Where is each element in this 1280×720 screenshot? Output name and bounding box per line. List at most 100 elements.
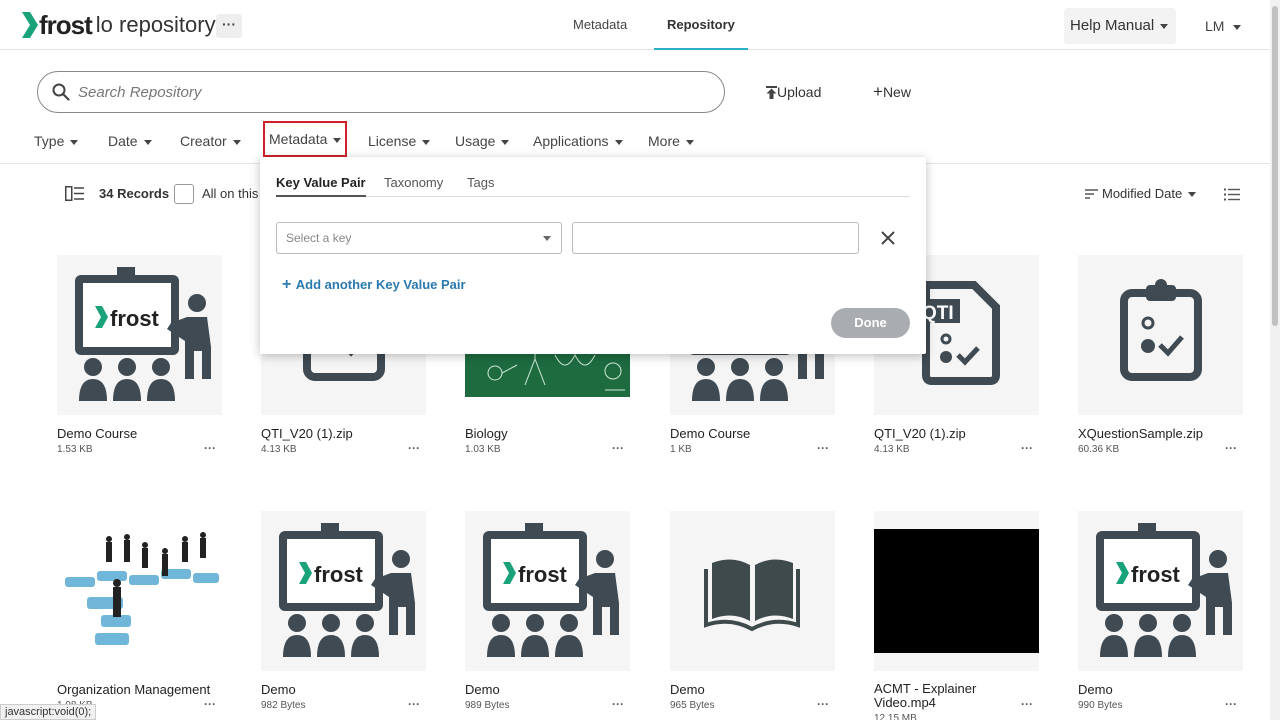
repository-card[interactable]: Demo 965 Bytes ··· [670, 511, 835, 711]
upload-icon [766, 86, 777, 99]
card-more-button[interactable]: ··· [817, 441, 829, 455]
card-size: 60.36 KB [1078, 444, 1120, 455]
nav-tab-repository[interactable]: Repository [654, 0, 748, 50]
upload-button[interactable]: Upload [766, 84, 821, 100]
filter-label: Applications [533, 133, 609, 149]
card-thumbnail[interactable] [57, 511, 222, 671]
select-key-dropdown[interactable]: Select a key [276, 222, 562, 254]
plus-icon: + [873, 82, 883, 101]
tab-key-value-pair[interactable]: Key Value Pair [276, 175, 366, 197]
chevron-down-icon [232, 139, 241, 145]
filter-label: More [648, 133, 680, 149]
repository-card[interactable]: ACMT - Explainer Video.mp4 12.15 MB ··· [874, 511, 1039, 720]
sidebar-toggle-icon[interactable] [65, 186, 84, 201]
repository-card[interactable]: frost Demo 990 Bytes ··· [1078, 511, 1243, 711]
card-title[interactable]: Demo Course [670, 426, 835, 441]
card-more-button[interactable]: ··· [204, 441, 216, 455]
card-more-button[interactable]: ··· [1225, 697, 1237, 711]
card-thumbnail[interactable]: frost [1078, 511, 1243, 671]
card-more-button[interactable]: ··· [408, 441, 420, 455]
filter-label: Creator [180, 133, 227, 149]
card-title[interactable]: Demo Course [57, 426, 222, 441]
card-title[interactable]: Demo [670, 682, 835, 697]
select-all-label: All on this [202, 186, 259, 201]
card-size: 965 Bytes [670, 700, 715, 711]
card-more-button[interactable]: ··· [612, 441, 624, 455]
card-title[interactable]: Demo [465, 682, 630, 697]
card-title[interactable]: XQuestionSample.zip [1078, 426, 1243, 441]
status-bar-url: javascript:void(0); [0, 704, 97, 720]
card-title[interactable]: QTI_V20 (1).zip [874, 426, 1039, 441]
chevron-down-icon [543, 236, 551, 241]
scrollbar-thumb[interactable] [1272, 6, 1278, 326]
svg-text:QTI: QTI [922, 303, 954, 324]
card-more-button[interactable]: ··· [1021, 697, 1033, 711]
filter-license[interactable]: License [368, 128, 431, 154]
card-thumbnail[interactable] [670, 511, 835, 671]
card-thumbnail[interactable] [874, 511, 1039, 671]
value-input[interactable] [572, 222, 859, 254]
repository-card[interactable]: XQuestionSample.zip 60.36 KB ··· [1078, 255, 1243, 455]
card-more-button[interactable]: ··· [1021, 441, 1033, 455]
course-presentation-icon: frost [483, 523, 619, 657]
card-title[interactable]: Demo [1078, 682, 1243, 697]
filter-metadata[interactable]: Metadata [263, 121, 348, 157]
chevron-down-icon [143, 139, 152, 145]
card-title[interactable]: Organization Management [57, 682, 222, 697]
tab-taxonomy[interactable]: Taxonomy [384, 175, 443, 195]
close-icon[interactable] [879, 229, 897, 247]
filter-usage[interactable]: Usage [455, 128, 510, 154]
card-size: 989 Bytes [465, 700, 510, 711]
new-label: New [882, 84, 911, 100]
repository-card[interactable]: frost Demo Course 1.53 KB ··· [57, 255, 222, 455]
nav-tab-metadata[interactable]: Metadata [573, 0, 627, 50]
tab-tags[interactable]: Tags [467, 175, 494, 195]
help-manual-label: Help Manual [1070, 17, 1155, 34]
filter-more[interactable]: More [648, 128, 694, 154]
card-size: 12.15 MB [874, 713, 917, 720]
card-more-button[interactable]: ··· [817, 697, 829, 711]
filter-date[interactable]: Date [108, 128, 152, 154]
user-menu[interactable]: LM [1205, 8, 1242, 44]
card-title[interactable]: ACMT - Explainer Video.mp4 [874, 682, 994, 710]
filter-applications[interactable]: Applications [533, 128, 623, 154]
filter-type[interactable]: Type [34, 128, 79, 154]
card-title[interactable]: Demo [261, 682, 426, 697]
card-more-button[interactable]: ··· [612, 697, 624, 711]
card-more-button[interactable]: ··· [408, 697, 420, 711]
chevron-down-icon [333, 137, 342, 143]
search-box[interactable] [37, 71, 725, 113]
svg-text:frost: frost [1131, 562, 1181, 587]
card-title[interactable]: QTI_V20 (1).zip [261, 426, 426, 441]
frost-chevron-icon [22, 12, 38, 38]
new-button[interactable]: +New [873, 82, 911, 101]
repository-card[interactable]: frost Demo 982 Bytes ··· [261, 511, 426, 711]
app-logo[interactable]: frost lo repository [20, 10, 216, 40]
card-thumbnail[interactable]: frost [465, 511, 630, 671]
add-key-value-pair-label: Add another Key Value Pair [295, 277, 466, 292]
app-more-button[interactable]: ··· [216, 14, 242, 38]
sort-label: Modified Date [1102, 186, 1183, 201]
chevron-down-icon [422, 139, 431, 145]
card-thumbnail[interactable]: frost [261, 511, 426, 671]
card-size: 990 Bytes [1078, 700, 1123, 711]
chevron-down-icon [685, 139, 694, 145]
quiz-clipboard-icon [1120, 279, 1202, 381]
card-more-button[interactable]: ··· [1225, 441, 1237, 455]
select-key-placeholder: Select a key [286, 231, 352, 245]
search-input[interactable] [78, 81, 698, 103]
done-button[interactable]: Done [831, 308, 910, 338]
list-view-icon[interactable] [1224, 188, 1240, 201]
card-more-button[interactable]: ··· [204, 697, 216, 711]
add-key-value-pair-link[interactable]: + Add another Key Value Pair [282, 276, 466, 294]
repository-card[interactable]: Organization Management1.98 KB··· [57, 511, 222, 711]
repository-card[interactable]: frost Demo 989 Bytes ··· [465, 511, 630, 711]
card-title[interactable]: Biology [465, 426, 630, 441]
select-all-checkbox[interactable] [174, 184, 194, 204]
chevron-down-icon [1160, 23, 1169, 29]
sort-dropdown[interactable]: Modified Date [1085, 182, 1197, 206]
card-thumbnail[interactable] [1078, 255, 1243, 415]
card-thumbnail[interactable]: frost [57, 255, 222, 415]
help-manual-dropdown[interactable]: Help Manual [1064, 8, 1176, 44]
filter-creator[interactable]: Creator [180, 128, 241, 154]
